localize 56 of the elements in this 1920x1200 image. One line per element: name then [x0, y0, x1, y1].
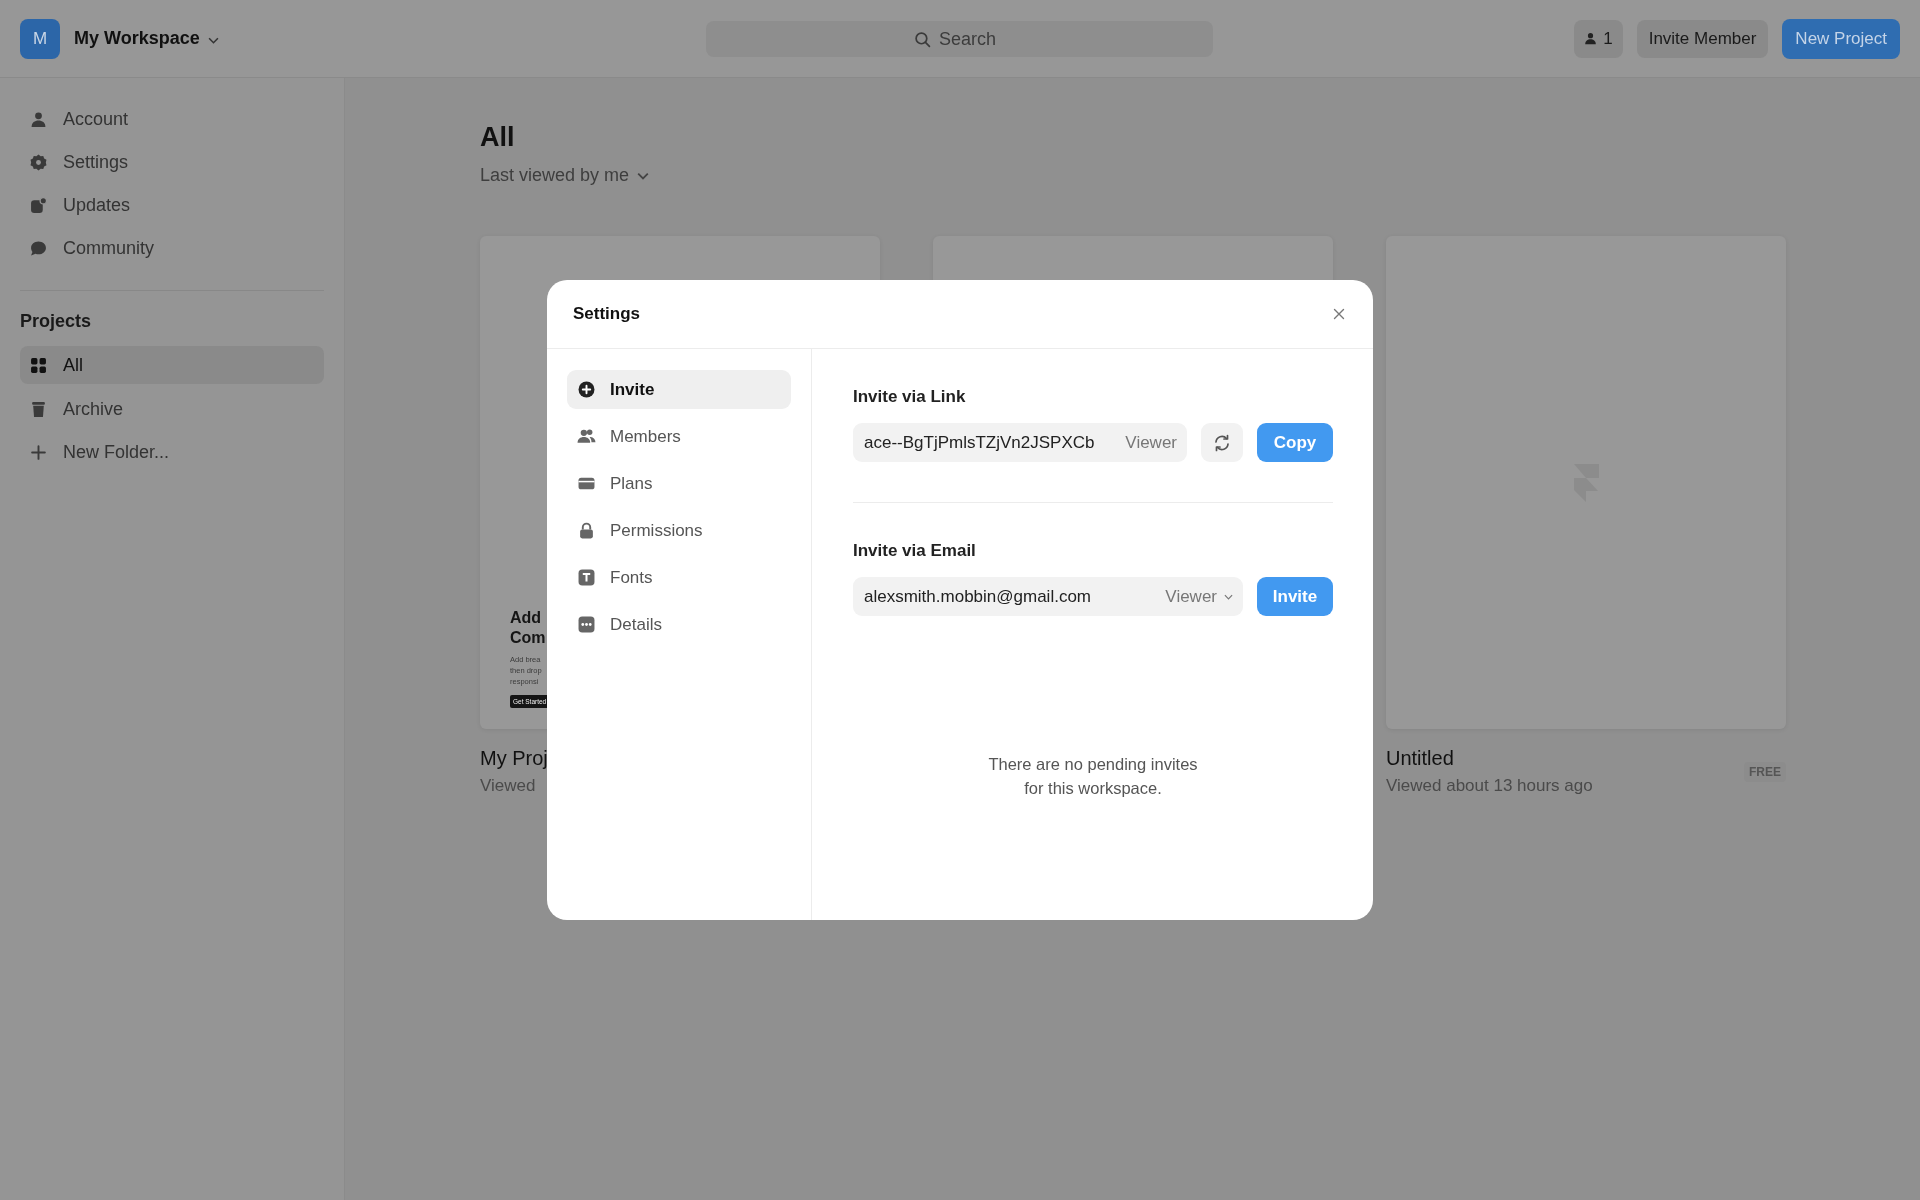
refresh-button[interactable] [1201, 423, 1243, 462]
thumbnail-heading: Add Com [510, 608, 547, 648]
chat-bubble-icon [30, 240, 47, 257]
role-dropdown[interactable]: Viewer [1165, 587, 1233, 607]
project-title[interactable]: Untitled [1386, 747, 1593, 770]
grid-icon [30, 356, 47, 374]
settings-tab[interactable]: Permissions [567, 511, 791, 550]
lock-icon [577, 522, 596, 539]
more-square-icon [577, 616, 596, 633]
trash-icon [30, 401, 47, 418]
sidebar-item[interactable]: Settings [20, 141, 324, 184]
project-viewed-time: Viewed about 13 hours ago [1386, 776, 1593, 796]
members-button[interactable]: 1 [1574, 19, 1623, 58]
invite-member-button[interactable]: Invite Member [1636, 19, 1769, 58]
settings-tab[interactable]: Invite [567, 370, 791, 409]
person-icon [1584, 32, 1598, 45]
settings-tab[interactable]: Details [567, 605, 791, 644]
project-folder-item[interactable]: Archive [20, 388, 324, 431]
section-label: Invite via Link [853, 387, 967, 407]
page-title: All [480, 122, 516, 153]
updates-icon [30, 197, 47, 214]
settings-tab[interactable]: Plans [567, 464, 791, 503]
search-icon [914, 31, 931, 48]
close-icon [1333, 308, 1345, 320]
sidebar-item[interactable]: Account [20, 98, 324, 141]
chevron-down-icon [637, 171, 650, 180]
card-icon [577, 475, 596, 492]
invite-button[interactable]: Invite [1257, 577, 1333, 616]
copy-button[interactable]: Copy [1257, 423, 1333, 462]
chevron-down-icon[interactable] [207, 36, 219, 44]
project-folder-item[interactable]: All [20, 346, 324, 384]
sidebar-item[interactable]: Community [20, 227, 324, 270]
workspace-avatar[interactable]: M [20, 18, 60, 59]
chevron-down-icon [1224, 594, 1233, 600]
section-heading: Projects [20, 311, 93, 333]
sort-dropdown[interactable]: Last viewed by me [480, 165, 650, 186]
plus-icon [30, 444, 47, 461]
workspace-name[interactable]: My Workspace [74, 28, 200, 49]
project-viewed-time: Viewed [480, 776, 537, 796]
settings-tab[interactable]: Members [567, 417, 791, 456]
sidebar-item[interactable]: Updates [20, 184, 324, 227]
new-folder-item[interactable]: New Folder... [20, 431, 324, 474]
plus-circle-icon [577, 381, 596, 398]
settings-icon [30, 154, 47, 171]
project-title[interactable]: My Proj [480, 747, 548, 770]
text-square-icon [577, 569, 596, 586]
empty-state-text: There are no pending invites for this workspace. [987, 754, 1199, 799]
new-project-button[interactable]: New Project [1782, 18, 1900, 59]
section-label: Invite via Email [853, 541, 977, 561]
search-field[interactable]: Search [706, 21, 1213, 57]
people-icon [577, 428, 596, 445]
refresh-icon [1212, 432, 1232, 453]
person-icon [30, 111, 47, 128]
dialog-title: Settings [573, 304, 641, 324]
settings-tab[interactable]: Fonts [567, 558, 791, 597]
role-label: Viewer [1125, 433, 1177, 453]
